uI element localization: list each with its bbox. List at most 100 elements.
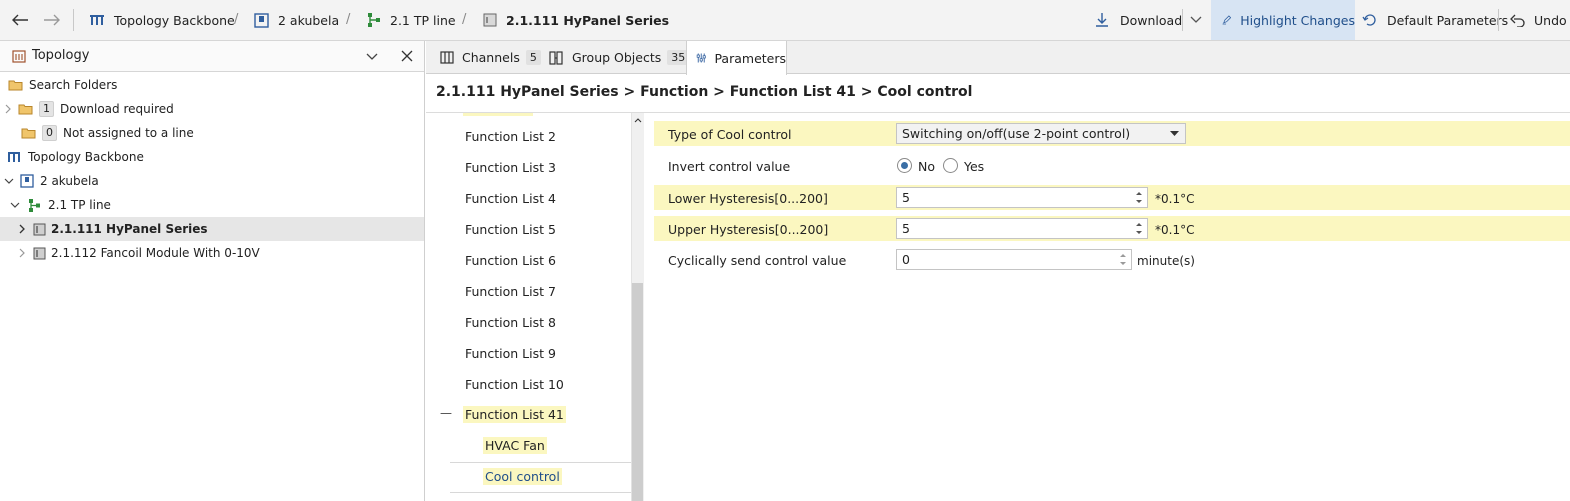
- tree-item-area[interactable]: 2 akubela: [0, 169, 424, 193]
- breadcrumb-area[interactable]: 2 akubela: [254, 0, 339, 40]
- lower-hysteresis-input[interactable]: 5: [896, 187, 1148, 208]
- collapse-toggle[interactable]: —: [440, 406, 452, 420]
- previous-item-highlight: [463, 113, 533, 116]
- function-tree-item[interactable]: Function List 8: [465, 315, 556, 330]
- function-tree-item-active-parent[interactable]: Function List 41: [463, 406, 566, 423]
- cool-control-type-select[interactable]: Switching on/off(use 2-point control): [896, 123, 1186, 144]
- tree-item-label: 2 akubela: [40, 174, 99, 188]
- download-button[interactable]: Download: [1094, 0, 1182, 40]
- download-label: Download: [1120, 12, 1183, 28]
- tab-parameters[interactable]: Parameters: [686, 41, 787, 75]
- tree-item-label: 2.1.112 Fancoil Module With 0-10V: [51, 246, 260, 260]
- chevron-down-icon[interactable]: [10, 202, 20, 209]
- scrollbar-thumb[interactable]: [632, 283, 643, 501]
- count-badge: 1: [39, 101, 54, 117]
- folder-icon: [8, 80, 23, 91]
- breadcrumb-topology-backbone[interactable]: Topology Backbone: [89, 0, 235, 40]
- tab-channels[interactable]: Channels 5: [440, 41, 541, 74]
- tab-group-objects[interactable]: Group Objects 35: [549, 41, 690, 74]
- arrow-left-icon: [12, 14, 28, 26]
- input-value: 0: [902, 252, 910, 267]
- upper-hysteresis-input[interactable]: 5: [896, 218, 1148, 239]
- download-icon: [1096, 13, 1108, 27]
- tree-item-device-fancoil[interactable]: 2.1.112 Fancoil Module With 0-10V: [0, 241, 424, 265]
- tree-item-not-assigned[interactable]: 0 Not assigned to a line: [0, 121, 424, 145]
- highlight-changes-button[interactable]: Highlight Changes: [1211, 0, 1355, 40]
- toolbar-divider: [1498, 9, 1499, 31]
- breadcrumb-separator: /: [234, 12, 239, 27]
- input-value: 5: [902, 190, 910, 205]
- device-icon: [33, 247, 46, 259]
- breadcrumb-separator: /: [462, 12, 467, 27]
- function-tree-label: Function List 41: [463, 406, 566, 423]
- default-parameters-label: Default Parameters: [1387, 12, 1509, 28]
- breadcrumb-label: 2.1.111 HyPanel Series: [506, 12, 670, 28]
- spinner-icon[interactable]: [1115, 250, 1131, 269]
- tree-item-label: Not assigned to a line: [63, 126, 194, 140]
- chevron-down-icon[interactable]: [4, 178, 14, 185]
- select-value: Switching on/off(use 2-point control): [902, 126, 1131, 141]
- tree-item-search-folders[interactable]: Search Folders: [0, 73, 424, 97]
- topology-icon: [90, 15, 104, 25]
- function-tree-item[interactable]: Function List 6: [465, 253, 556, 268]
- function-tree-item[interactable]: Function List 10: [465, 377, 564, 392]
- download-dropdown-button[interactable]: [1190, 0, 1202, 40]
- input-value: 5: [902, 221, 910, 236]
- tree-item-label: Download required: [60, 102, 174, 116]
- param-label-lower: Lower Hysteresis[0...200]: [668, 191, 828, 206]
- breadcrumb-label: Topology Backbone: [114, 12, 235, 28]
- unit-label: *0.1°C: [1155, 192, 1195, 206]
- forward-button[interactable]: [42, 0, 62, 40]
- function-tree-item-cool-control[interactable]: Cool control: [483, 468, 562, 485]
- tab-label: Channels: [462, 50, 520, 65]
- chevron-right-icon[interactable]: [19, 224, 26, 234]
- function-tree-item[interactable]: Function List 3: [465, 160, 556, 175]
- param-label-upper: Upper Hysteresis[0...200]: [668, 222, 829, 237]
- tree-item-download-required[interactable]: 1 Download required: [0, 97, 424, 121]
- tab-count-badge: 5: [525, 50, 541, 65]
- topology-panel-header: Topology: [0, 41, 424, 72]
- undo-button[interactable]: Undo: [1510, 0, 1567, 40]
- function-tree-item[interactable]: Function List 5: [465, 222, 556, 237]
- spinner-icon[interactable]: [1131, 188, 1147, 207]
- device-icon: [33, 223, 46, 235]
- tree-item-label: Topology Backbone: [28, 150, 144, 164]
- function-tree-item[interactable]: Function List 4: [465, 191, 556, 206]
- invert-no-radio[interactable]: [897, 158, 912, 173]
- function-tree-item[interactable]: Function List 2: [465, 129, 556, 144]
- unit-label: minute(s): [1137, 254, 1195, 268]
- cyclic-send-input[interactable]: 0: [896, 249, 1132, 270]
- tree-item-line[interactable]: 2.1 TP line: [0, 193, 424, 217]
- breadcrumb-label: 2 akubela: [278, 12, 340, 28]
- function-tree-item[interactable]: Function List 7: [465, 284, 556, 299]
- tab-label: Parameters: [714, 50, 786, 66]
- highlight-label: Highlight Changes: [1240, 12, 1355, 28]
- tree-item-device-hypanel[interactable]: 2.1.111 HyPanel Series: [0, 217, 424, 241]
- default-parameters-button[interactable]: Default Parameters: [1362, 0, 1508, 40]
- breadcrumb-line[interactable]: 2.1 TP line: [367, 0, 456, 40]
- spinner-icon[interactable]: [1131, 219, 1147, 238]
- topology-panel-icon: [12, 50, 26, 63]
- tree-item-topology-backbone[interactable]: Topology Backbone: [0, 145, 424, 169]
- function-tree-item-hvac-fan[interactable]: HVAC Fan: [483, 437, 547, 454]
- chevron-right-icon[interactable]: [5, 104, 12, 114]
- tree-item-label: 2.1 TP line: [48, 198, 111, 212]
- back-button[interactable]: [10, 0, 30, 40]
- toolbar-divider: [1182, 9, 1183, 31]
- channels-icon: [440, 51, 454, 64]
- scroll-up-icon[interactable]: [634, 117, 642, 123]
- invert-yes-radio[interactable]: [943, 158, 958, 173]
- line-icon: [368, 13, 380, 27]
- parameter-breadcrumb: 2.1.111 HyPanel Series > Function > Func…: [436, 84, 973, 100]
- function-tree-item[interactable]: Function List 9: [465, 346, 556, 361]
- tab-bar: Channels 5 Group Objects 35 Parameters: [426, 41, 1570, 75]
- chevron-right-icon[interactable]: [19, 248, 26, 258]
- breadcrumb-device[interactable]: 2.1.111 HyPanel Series: [483, 0, 669, 40]
- radio-label-yes: Yes: [964, 159, 985, 174]
- chevron-down-icon[interactable]: [366, 53, 378, 61]
- sliders-icon: [696, 53, 706, 63]
- breadcrumb-label: 2.1 TP line: [390, 12, 456, 28]
- area-icon: [20, 174, 34, 188]
- param-label-cyclic: Cyclically send control value: [668, 253, 847, 268]
- close-icon[interactable]: [401, 50, 413, 62]
